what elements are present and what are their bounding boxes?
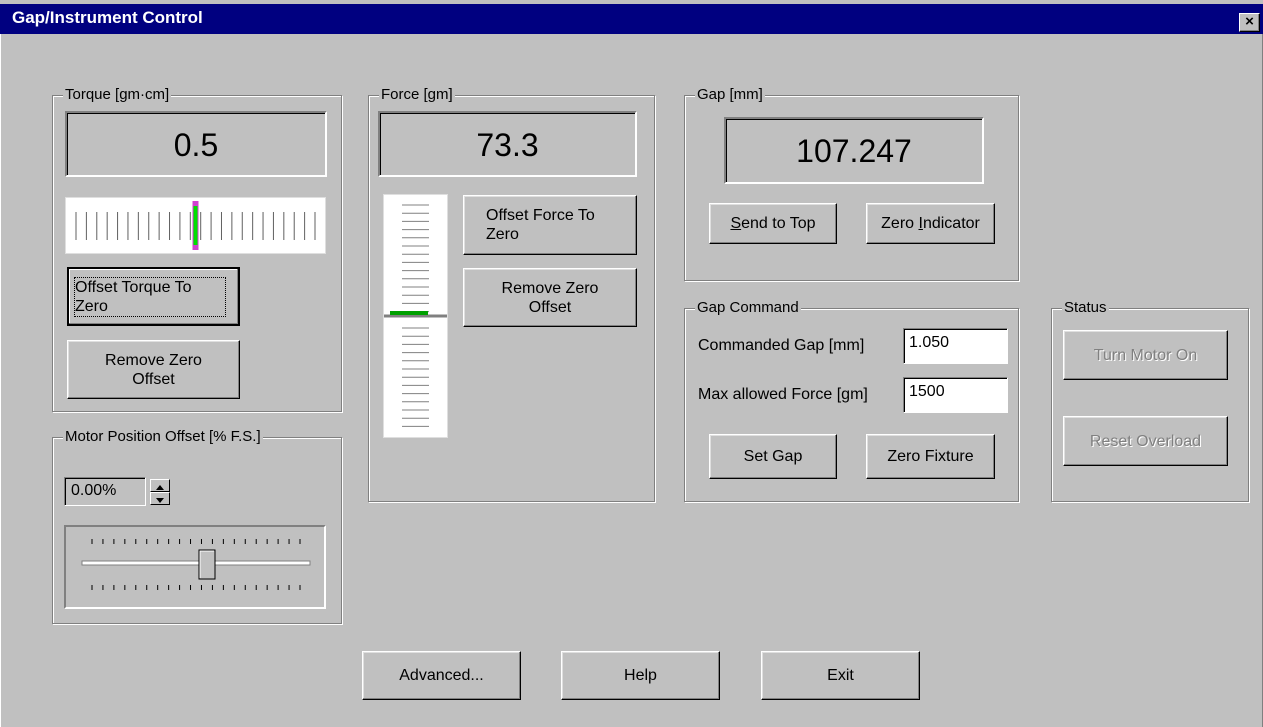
zero-indicator-label: Zero Indicator	[881, 215, 980, 232]
force-group-label: Force [gm]	[379, 85, 455, 105]
reset-overload-button[interactable]: Reset Overload	[1063, 416, 1228, 466]
send-to-top-button[interactable]: Send to Top	[709, 203, 837, 244]
offset-torque-label: Offset Torque To Zero	[74, 276, 226, 317]
window-title: Gap/Instrument Control	[12, 8, 203, 27]
motor-offset-spinbox[interactable]: 0.00%	[64, 477, 174, 507]
title-bar: Gap/Instrument Control	[0, 0, 1263, 34]
slider-thumb	[198, 549, 216, 580]
set-gap-button[interactable]: Set Gap	[709, 434, 837, 479]
slider-track	[81, 539, 311, 590]
offset-force-button[interactable]: Offset Force To Zero	[463, 195, 637, 255]
max-force-input[interactable]: 1500	[903, 377, 1008, 413]
torque-indicator	[65, 197, 326, 254]
force-readout: 73.3	[378, 111, 637, 177]
exit-button[interactable]: Exit	[761, 651, 920, 700]
gap-command-group-label: Gap Command	[695, 298, 801, 318]
force-indicator	[383, 194, 448, 438]
remove-force-offset-button[interactable]: Remove Zero Offset	[463, 268, 637, 327]
torque-indicator-bar	[193, 206, 198, 245]
gap-group-label: Gap [mm]	[695, 85, 765, 105]
commanded-gap-label: Commanded Gap [mm]	[698, 337, 865, 354]
close-icon: ×	[1245, 13, 1254, 30]
motor-offset-slider[interactable]	[64, 525, 326, 609]
slider-groove	[81, 560, 311, 566]
spin-down-icon	[156, 498, 164, 503]
max-force-label: Max allowed Force [gm]	[698, 386, 868, 403]
torque-scale	[75, 201, 316, 250]
zero-indicator-button[interactable]: Zero Indicator	[866, 203, 995, 244]
spin-down-button[interactable]	[150, 492, 170, 505]
commanded-gap-input[interactable]: 1.050	[903, 328, 1008, 364]
offset-force-label: Offset Force To Zero	[486, 207, 595, 243]
torque-readout: 0.5	[65, 111, 327, 177]
remove-force-offset-label: Remove Zero Offset	[501, 279, 599, 316]
force-scale	[384, 204, 447, 427]
help-button[interactable]: Help	[561, 651, 720, 700]
torque-group-label: Torque [gm·cm]	[63, 85, 172, 105]
close-button[interactable]: ×	[1239, 13, 1260, 32]
motor-offset-group-label: Motor Position Offset [% F.S.]	[63, 427, 263, 447]
zero-fixture-button[interactable]: Zero Fixture	[866, 434, 995, 479]
remove-torque-offset-button[interactable]: Remove Zero Offset	[67, 340, 240, 399]
send-to-top-label: Send to Top	[730, 215, 816, 232]
remove-torque-offset-label: Remove Zero Offset	[105, 351, 202, 388]
gap-readout: 107.247	[724, 117, 984, 184]
status-group-label: Status	[1062, 298, 1109, 318]
offset-torque-button[interactable]: Offset Torque To Zero	[67, 267, 240, 326]
turn-motor-on-button[interactable]: Turn Motor On	[1063, 330, 1228, 380]
motor-offset-value[interactable]: 0.00%	[64, 477, 146, 506]
advanced-button[interactable]: Advanced...	[362, 651, 521, 700]
force-indicator-bar	[390, 311, 428, 315]
spin-up-button[interactable]	[150, 479, 170, 492]
